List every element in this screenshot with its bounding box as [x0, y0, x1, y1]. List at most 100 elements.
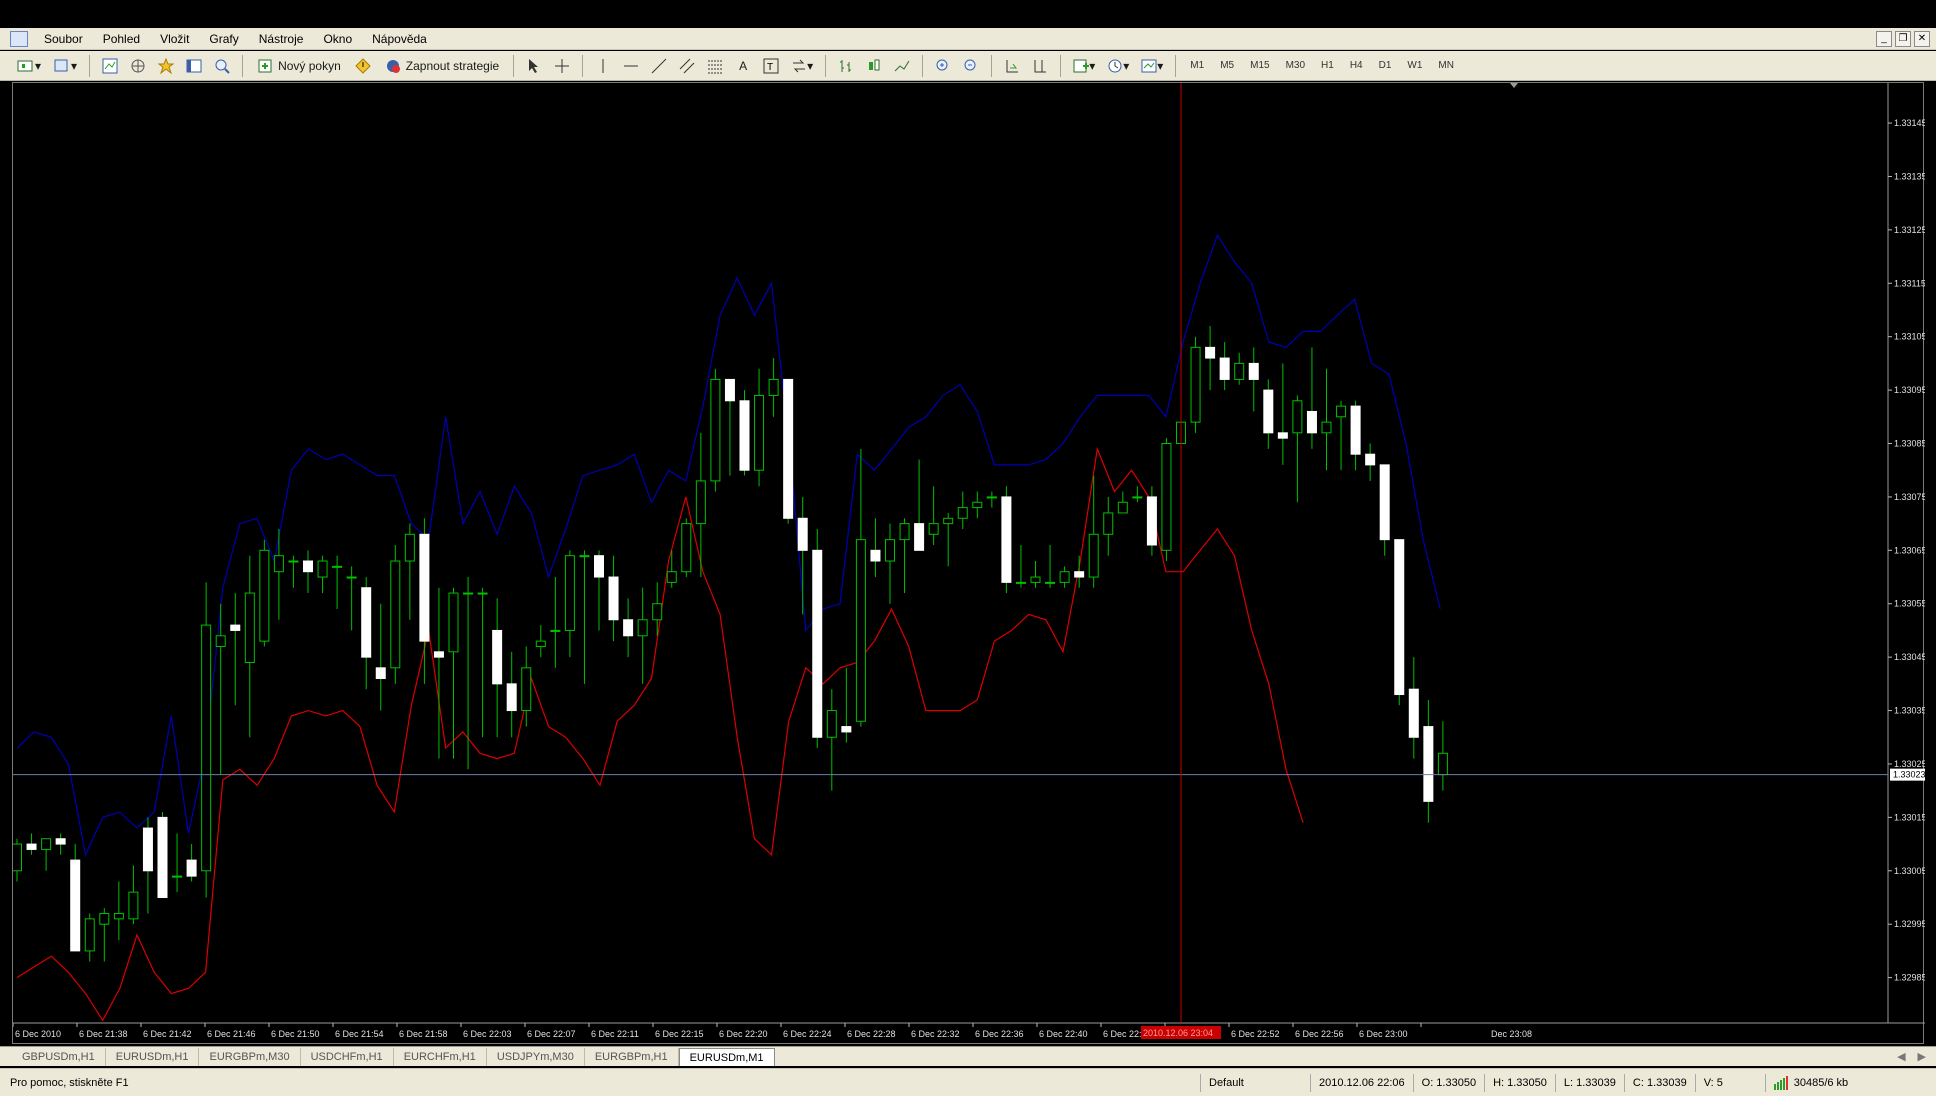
- zoom-out-icon[interactable]: [960, 55, 982, 77]
- tab-eurgbpm-m30[interactable]: EURGBPm,M30: [199, 1048, 301, 1066]
- bull-candle: [681, 523, 692, 573]
- trendline-icon[interactable]: [648, 55, 670, 77]
- time-tick-label: 6 Dec 22:28: [847, 1029, 896, 1039]
- candlestick-icon[interactable]: [863, 55, 885, 77]
- toolbar-separator: [582, 54, 584, 77]
- bull-candle: [317, 560, 328, 578]
- menu-grafy[interactable]: Grafy: [199, 28, 248, 50]
- bull-candle: [695, 480, 706, 525]
- connection-bars-icon: [1773, 1075, 1788, 1090]
- new-chart-icon[interactable]: ▾: [14, 55, 44, 77]
- bull-candle: [1015, 581, 1026, 584]
- price-chart[interactable]: 1.33145 1.33135 1.33125 1.33115 1.33105 1.330…: [13, 83, 1925, 1045]
- bull-candle: [1190, 346, 1201, 423]
- bull-candle: [84, 918, 95, 952]
- bear-candle: [1379, 464, 1390, 541]
- indicators-icon[interactable]: ▾: [1070, 55, 1098, 77]
- periods-icon[interactable]: ▾: [1104, 55, 1132, 77]
- line-chart-icon[interactable]: [891, 55, 913, 77]
- bull-candle: [172, 875, 183, 878]
- label-tool-icon[interactable]: T: [760, 55, 782, 77]
- timeframe-w1[interactable]: W1: [1402, 55, 1427, 77]
- bear-candle: [186, 859, 197, 877]
- fibonacci-icon[interactable]: [704, 55, 726, 77]
- timeframe-m30[interactable]: M30: [1281, 55, 1310, 77]
- close-button[interactable]: ✕: [1914, 30, 1930, 47]
- menu-napoveda[interactable]: Nápověda: [362, 28, 437, 50]
- cursor-icon[interactable]: [523, 55, 545, 77]
- status-datetime: 2010.12.06 22:06: [1310, 1073, 1413, 1092]
- tab-scroll-left-icon[interactable]: ◀: [1897, 1048, 1905, 1066]
- timeframe-m15[interactable]: M15: [1245, 55, 1274, 77]
- expert-advisors-button[interactable]: Zapnout strategie: [380, 55, 504, 77]
- time-tick-label: 6 Dec 22:56: [1295, 1029, 1344, 1039]
- tab-usdjpym-m30[interactable]: USDJPYm,M30: [487, 1048, 585, 1066]
- chart-shift-icon[interactable]: [1029, 55, 1051, 77]
- bear-candle: [375, 667, 386, 680]
- arrows-icon[interactable]: ▾: [788, 55, 816, 77]
- tab-gbpusdm-h1[interactable]: GBPUSDm,H1: [12, 1048, 106, 1066]
- bar-chart-icon[interactable]: [835, 55, 857, 77]
- time-tick-label: 6 Dec 22:40: [1039, 1029, 1088, 1039]
- timeframe-mn[interactable]: MN: [1433, 55, 1459, 77]
- menu-soubor[interactable]: Soubor: [34, 28, 93, 50]
- status-low: L: 1.33039: [1554, 1073, 1624, 1092]
- bull-candle: [273, 555, 284, 573]
- timeframe-h1[interactable]: H1: [1316, 55, 1339, 77]
- tab-eurusdm-h1[interactable]: EURUSDm,H1: [106, 1048, 200, 1066]
- new-order-button[interactable]: Nový pokyn: [252, 55, 346, 77]
- bull-candle: [244, 592, 255, 663]
- bull-candle: [885, 539, 895, 562]
- toolbar-separator: [242, 54, 244, 77]
- tab-eurusdm-m1[interactable]: EURUSDm,M1: [678, 1048, 775, 1066]
- menu-nastroje[interactable]: Nástroje: [249, 28, 314, 50]
- templates-icon[interactable]: ▾: [1138, 55, 1166, 77]
- favorites-icon[interactable]: [155, 55, 177, 77]
- restore-button[interactable]: ❐: [1895, 30, 1911, 47]
- horizontal-line-icon[interactable]: [620, 55, 642, 77]
- status-open: O: 1.33050: [1412, 1073, 1484, 1092]
- tab-scroll-right-icon[interactable]: ▶: [1918, 1048, 1926, 1066]
- bull-candle: [390, 560, 401, 669]
- profiles-icon[interactable]: ▾: [50, 55, 80, 77]
- autoscroll-icon[interactable]: [1001, 55, 1023, 77]
- bear-candle: [797, 517, 808, 551]
- bear-candle: [303, 560, 313, 573]
- bull-candle: [535, 640, 546, 647]
- time-tick-label: 6 Dec 23:00: [1359, 1029, 1408, 1039]
- alert-icon[interactable]: [352, 55, 374, 77]
- bull-candle: [1045, 581, 1056, 584]
- chart-window[interactable]: 1.33145 1.33135 1.33125 1.33115 1.33105 1.330…: [12, 82, 1925, 1045]
- timeframe-h4[interactable]: H4: [1345, 55, 1368, 77]
- tab-eurgbpm-h1[interactable]: EURGBPm,H1: [585, 1048, 679, 1066]
- menu-vlozit[interactable]: Vložit: [150, 28, 199, 50]
- price-tick-label: 1.33075: [1894, 492, 1925, 502]
- bear-candle: [1306, 410, 1317, 434]
- channel-icon[interactable]: [676, 55, 698, 77]
- minimize-button[interactable]: _: [1876, 30, 1892, 47]
- time-tick-label: 6 Dec 2010: [15, 1029, 61, 1039]
- market-watch-icon[interactable]: [99, 55, 121, 77]
- expert-advisors-label: Zapnout strategie: [405, 58, 500, 73]
- tab-eurchfm-h1[interactable]: EURCHFm,H1: [394, 1048, 487, 1066]
- navigator-icon[interactable]: [127, 55, 149, 77]
- zoom-in-icon[interactable]: [932, 55, 954, 77]
- toolbar-separator: [89, 54, 91, 77]
- tab-usdchfm-h1[interactable]: USDCHFm,H1: [301, 1048, 394, 1066]
- tester-icon[interactable]: [211, 55, 233, 77]
- text-tool-icon[interactable]: A: [732, 55, 754, 77]
- timeframe-d1[interactable]: D1: [1374, 55, 1397, 77]
- menu-okno[interactable]: Okno: [313, 28, 362, 50]
- timeframe-m1[interactable]: M1: [1185, 55, 1209, 77]
- vertical-line-icon[interactable]: [592, 55, 614, 77]
- new-order-icon: [258, 59, 272, 72]
- terminal-icon[interactable]: [183, 55, 205, 77]
- menu-pohled[interactable]: Pohled: [93, 28, 150, 50]
- timeframe-m5[interactable]: M5: [1215, 55, 1239, 77]
- toolbar-separator: [991, 54, 993, 77]
- price-tick-label: 1.33125: [1894, 225, 1925, 235]
- app-icon: [10, 30, 28, 47]
- crosshair-icon[interactable]: [551, 55, 573, 77]
- bull-candle: [1132, 496, 1143, 499]
- bull-candle: [41, 838, 52, 850]
